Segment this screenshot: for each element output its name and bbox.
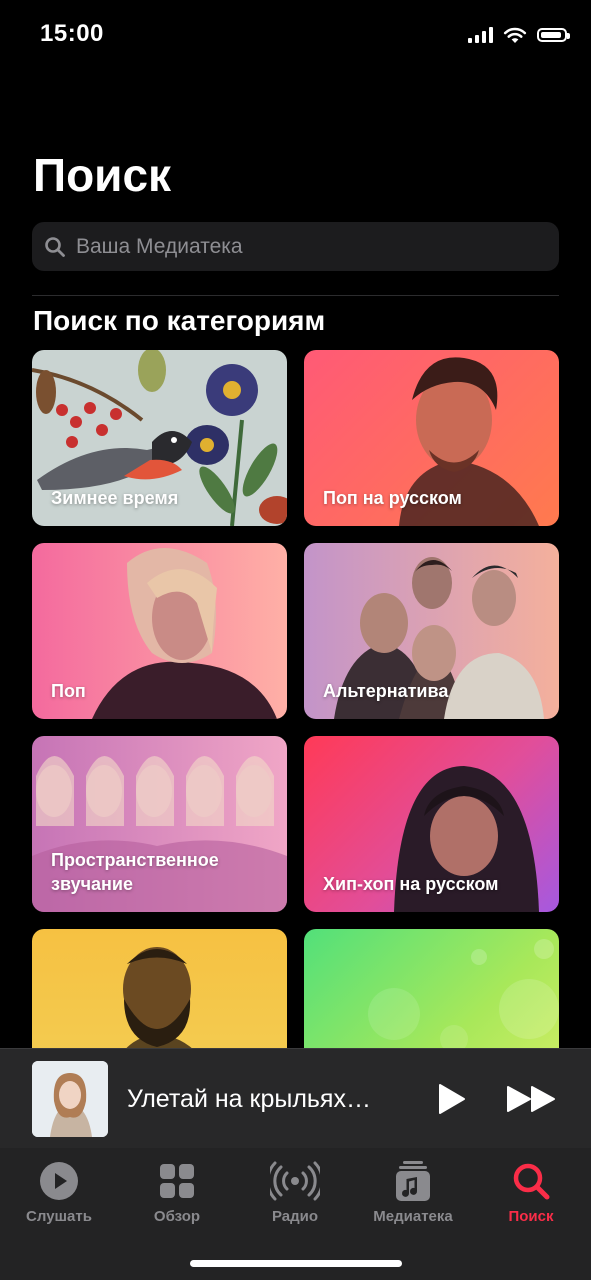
status-bar: 15:00 [0,0,591,72]
battery-icon [537,28,570,42]
category-label: Поп [51,681,86,701]
search-bar[interactable] [32,222,559,271]
search-icon [513,1163,550,1200]
tab-label: Поиск [508,1208,554,1225]
play-button[interactable] [430,1079,470,1119]
status-time: 15:00 [40,20,104,47]
category-tile-pop-russian[interactable]: Поп на русском [304,350,559,526]
tab-radio[interactable]: Радио [236,1158,354,1225]
grid-icon [160,1164,194,1198]
mini-player[interactable]: Улетай на крыльях… [0,1048,591,1148]
search-input[interactable] [74,233,538,260]
cellular-signal-icon [468,27,493,43]
category-tile-alternative[interactable]: Альтернатива [304,543,559,719]
category-tile-spatial-audio[interactable]: Пространственное звучание [32,736,287,912]
page-title: Поиск [33,149,172,201]
play-circle-icon [40,1162,78,1200]
home-indicator[interactable] [190,1260,402,1267]
divider [32,295,559,296]
tab-label: Радио [271,1208,319,1225]
wifi-icon [503,27,527,43]
library-music-icon [396,1161,430,1201]
status-icons [468,26,570,44]
category-label: Пространственное звучание [51,850,219,894]
tab-label: Обзор [153,1208,201,1225]
tab-listen-now[interactable]: Слушать [0,1158,118,1225]
tab-label: Медиатека [373,1208,453,1225]
category-label: Поп на русском [323,488,462,508]
album-cover-image [32,1061,108,1137]
now-playing-artwork[interactable] [32,1061,108,1137]
category-tile-pop[interactable]: Поп [32,543,287,719]
section-title: Поиск по категориям [33,305,326,336]
tab-browse[interactable]: Обзор [118,1158,236,1225]
tab-label: Слушать [26,1208,92,1225]
search-icon [45,236,65,257]
tab-search[interactable]: Поиск [472,1158,590,1225]
radio-waves-icon [270,1161,320,1201]
battery-level [541,32,561,38]
category-tile-winter[interactable]: Зимнее время [32,350,287,526]
category-tile-hiphop-russian[interactable]: Хип-хоп на русском [304,736,559,912]
category-label: Зимнее время [51,488,179,508]
fast-forward-button[interactable] [502,1079,562,1119]
category-label: Альтернатива [323,681,449,701]
category-label: Хип-хоп на русском [323,874,499,894]
tab-library[interactable]: Медиатека [354,1158,472,1225]
now-playing-title[interactable]: Улетай на крыльях… [127,1085,371,1114]
